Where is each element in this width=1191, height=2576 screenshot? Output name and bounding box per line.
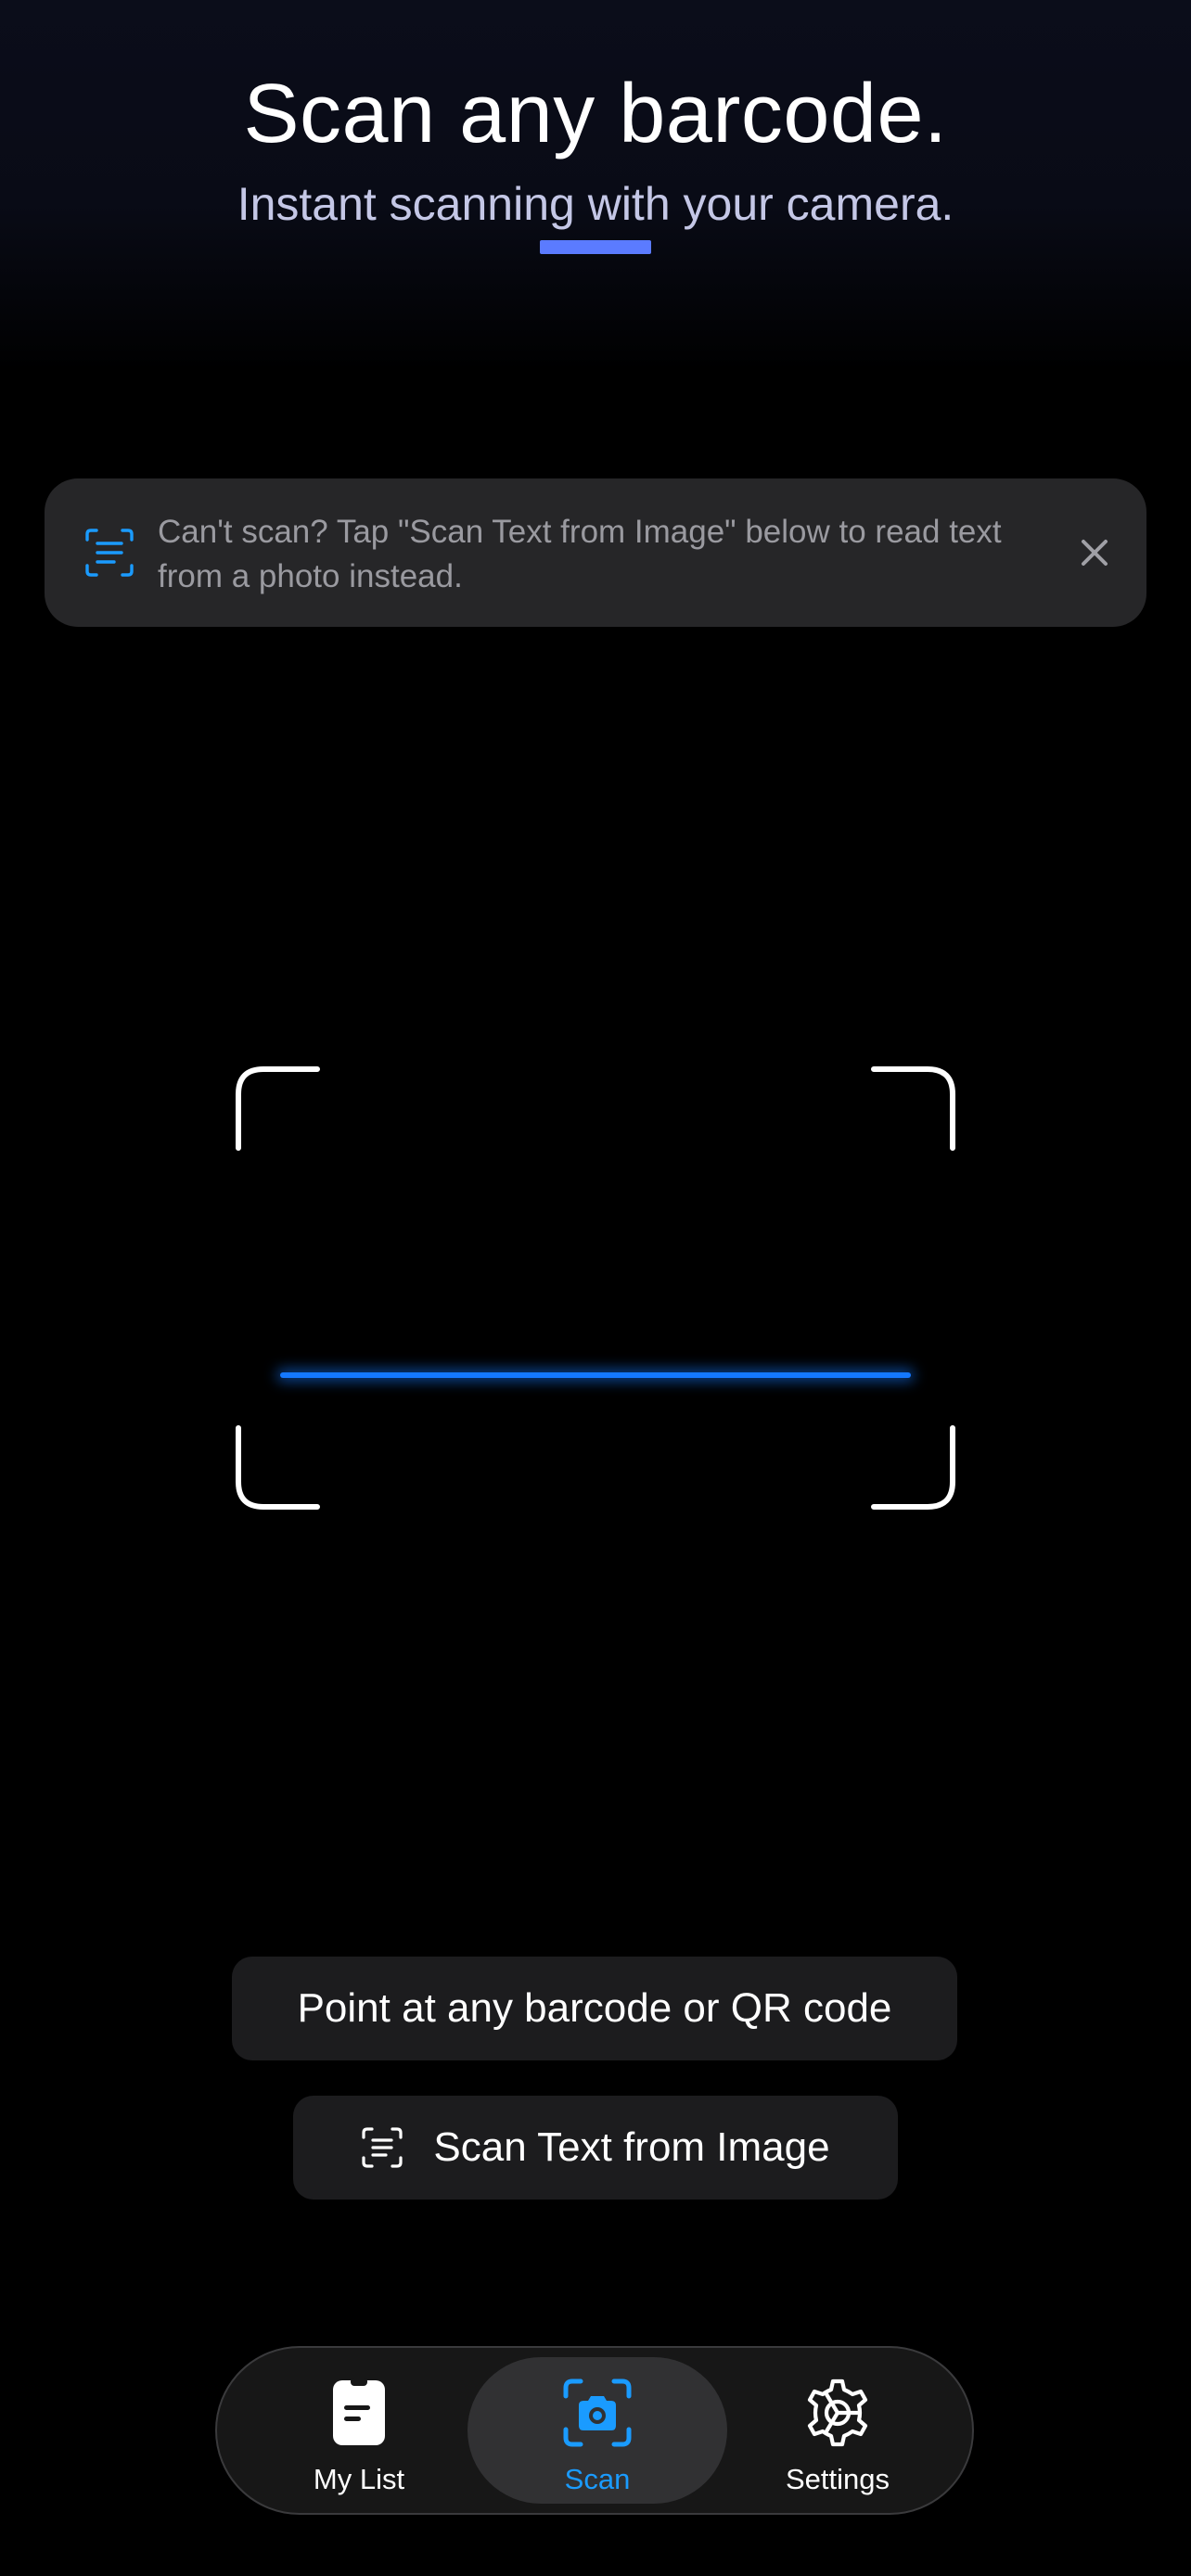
scan-text-icon (361, 2126, 403, 2169)
scan-text-button-label: Scan Text from Image (433, 2124, 830, 2170)
viewfinder-corner-bottom-right (871, 1425, 955, 1510)
camera-scan-icon (562, 2378, 633, 2448)
tab-bar: My List Scan Settings (215, 2346, 974, 2515)
close-icon[interactable] (1074, 532, 1115, 573)
scanner-viewfinder (236, 1066, 955, 1510)
subtitle-underline-accent (540, 240, 651, 254)
hint-message: Can't scan? Tap "Scan Text from Image" b… (158, 514, 1002, 594)
tab-settings[interactable]: Settings (733, 2357, 942, 2504)
viewfinder-corner-bottom-left (236, 1425, 320, 1510)
tab-label-settings: Settings (785, 2463, 890, 2495)
scan-text-from-image-button[interactable]: Scan Text from Image (293, 2096, 898, 2200)
tab-my-list[interactable]: My List (254, 2357, 464, 2504)
tab-label-my-list: My List (313, 2463, 405, 2495)
scan-text-icon (82, 527, 137, 579)
gear-icon (802, 2378, 873, 2448)
viewfinder-corner-top-right (871, 1066, 955, 1151)
scan-line (280, 1372, 911, 1378)
page-subtitle: Instant scanning with your camera. (237, 178, 954, 230)
scan-instruction: Point at any barcode or QR code (232, 1957, 957, 2060)
tab-scan[interactable]: Scan (467, 2357, 727, 2504)
viewfinder-corner-top-left (236, 1066, 320, 1151)
tab-label-scan: Scan (564, 2463, 631, 2495)
hint-banner: Can't scan? Tap "Scan Text from Image" b… (45, 478, 1146, 627)
clipboard-icon (324, 2378, 394, 2448)
page-title: Scan any barcode. (243, 68, 948, 160)
